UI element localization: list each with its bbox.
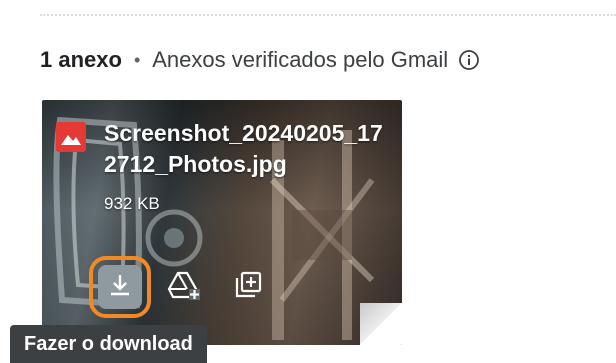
page-fold-corner [360, 303, 402, 345]
add-to-drive-button[interactable] [162, 265, 206, 309]
image-file-icon [56, 122, 86, 157]
attachments-header: 1 anexo • Anexos verificados pelo Gmail [40, 44, 480, 76]
add-to-photos-button[interactable] [226, 265, 270, 309]
file-size: 932 KB [104, 194, 160, 213]
add-to-photos-icon [233, 270, 263, 305]
attachment-count: 1 anexo [40, 47, 122, 72]
separator-dot: • [133, 49, 141, 70]
download-icon [107, 272, 133, 303]
download-tooltip: Fazer o download [10, 325, 207, 363]
attachment-actions [89, 256, 270, 318]
section-divider [40, 14, 616, 16]
download-button[interactable] [89, 256, 151, 318]
scan-status-label: Anexos verificados pelo Gmail [152, 47, 449, 72]
drive-add-icon [167, 270, 201, 305]
attachment-card[interactable]: Screenshot_20240205_172712_Photos.jpg 93… [42, 100, 402, 345]
file-name: Screenshot_20240205_172712_Photos.jpg [104, 120, 383, 177]
info-icon[interactable] [458, 49, 480, 71]
